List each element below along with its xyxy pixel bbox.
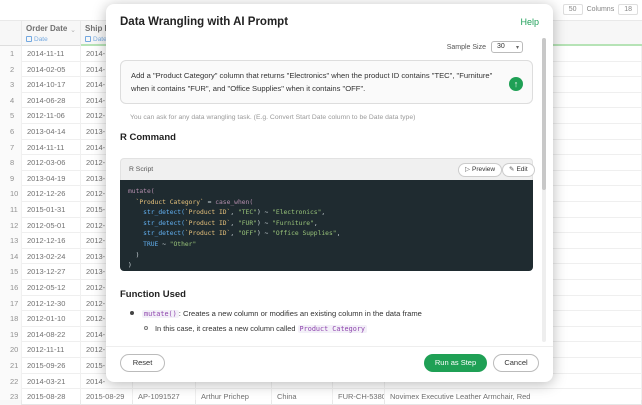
- r-command-heading: R Command: [120, 132, 176, 143]
- bullet-icon: [130, 311, 134, 315]
- run-as-step-button[interactable]: Run as Step: [424, 354, 487, 372]
- dialog-title: Data Wrangling with AI Prompt: [120, 16, 289, 28]
- send-arrow-icon[interactable]: ↑: [509, 77, 523, 91]
- edit-button[interactable]: ✎ Edit: [502, 163, 535, 177]
- r-script-header: R Script ▷ Preview ✎ Edit: [120, 158, 535, 180]
- ai-prompt-dialog: Data Wrangling with AI Prompt Help Sampl…: [106, 4, 553, 382]
- r-code-block: mutate( `Product Category` = case_when( …: [120, 180, 533, 271]
- chevron-down-icon: ▾: [515, 45, 519, 51]
- column-name-code: Product Category: [297, 325, 368, 333]
- prompt-text[interactable]: Add a "Product Category" column that ret…: [131, 70, 503, 95]
- play-icon: ▷: [465, 166, 470, 173]
- footer-divider: [106, 346, 553, 347]
- help-link[interactable]: Help: [520, 17, 539, 27]
- circle-bullet-icon: [144, 326, 148, 330]
- cancel-button[interactable]: Cancel: [493, 354, 539, 372]
- function-sub-text: In this case, it creates a new column ca…: [155, 324, 298, 333]
- function-sub-item: In this case, it creates a new column ca…: [144, 324, 368, 333]
- edit-icon: ✎: [509, 166, 515, 173]
- dialog-scrollbar[interactable]: [542, 38, 546, 342]
- function-used-heading: Function Used: [120, 289, 186, 300]
- sample-size-label: Sample Size: [446, 43, 486, 51]
- reset-button[interactable]: Reset: [120, 354, 165, 372]
- prompt-hint: You can ask for any data wrangling task.…: [130, 114, 416, 121]
- prompt-input[interactable]: Add a "Product Category" column that ret…: [120, 60, 533, 104]
- scrollbar-thumb[interactable]: [542, 38, 546, 190]
- preview-button[interactable]: ▷ Preview: [458, 163, 503, 177]
- function-description: : Creates a new column or modifies an ex…: [178, 309, 422, 318]
- sample-size-control: Sample Size 30 ▾: [447, 41, 523, 53]
- r-script-label: R Script: [129, 166, 154, 173]
- sample-size-select[interactable]: 30 ▾: [491, 41, 523, 53]
- function-name: mutate(): [142, 310, 179, 318]
- function-list-item: mutate(): Creates a new column or modifi…: [130, 309, 422, 318]
